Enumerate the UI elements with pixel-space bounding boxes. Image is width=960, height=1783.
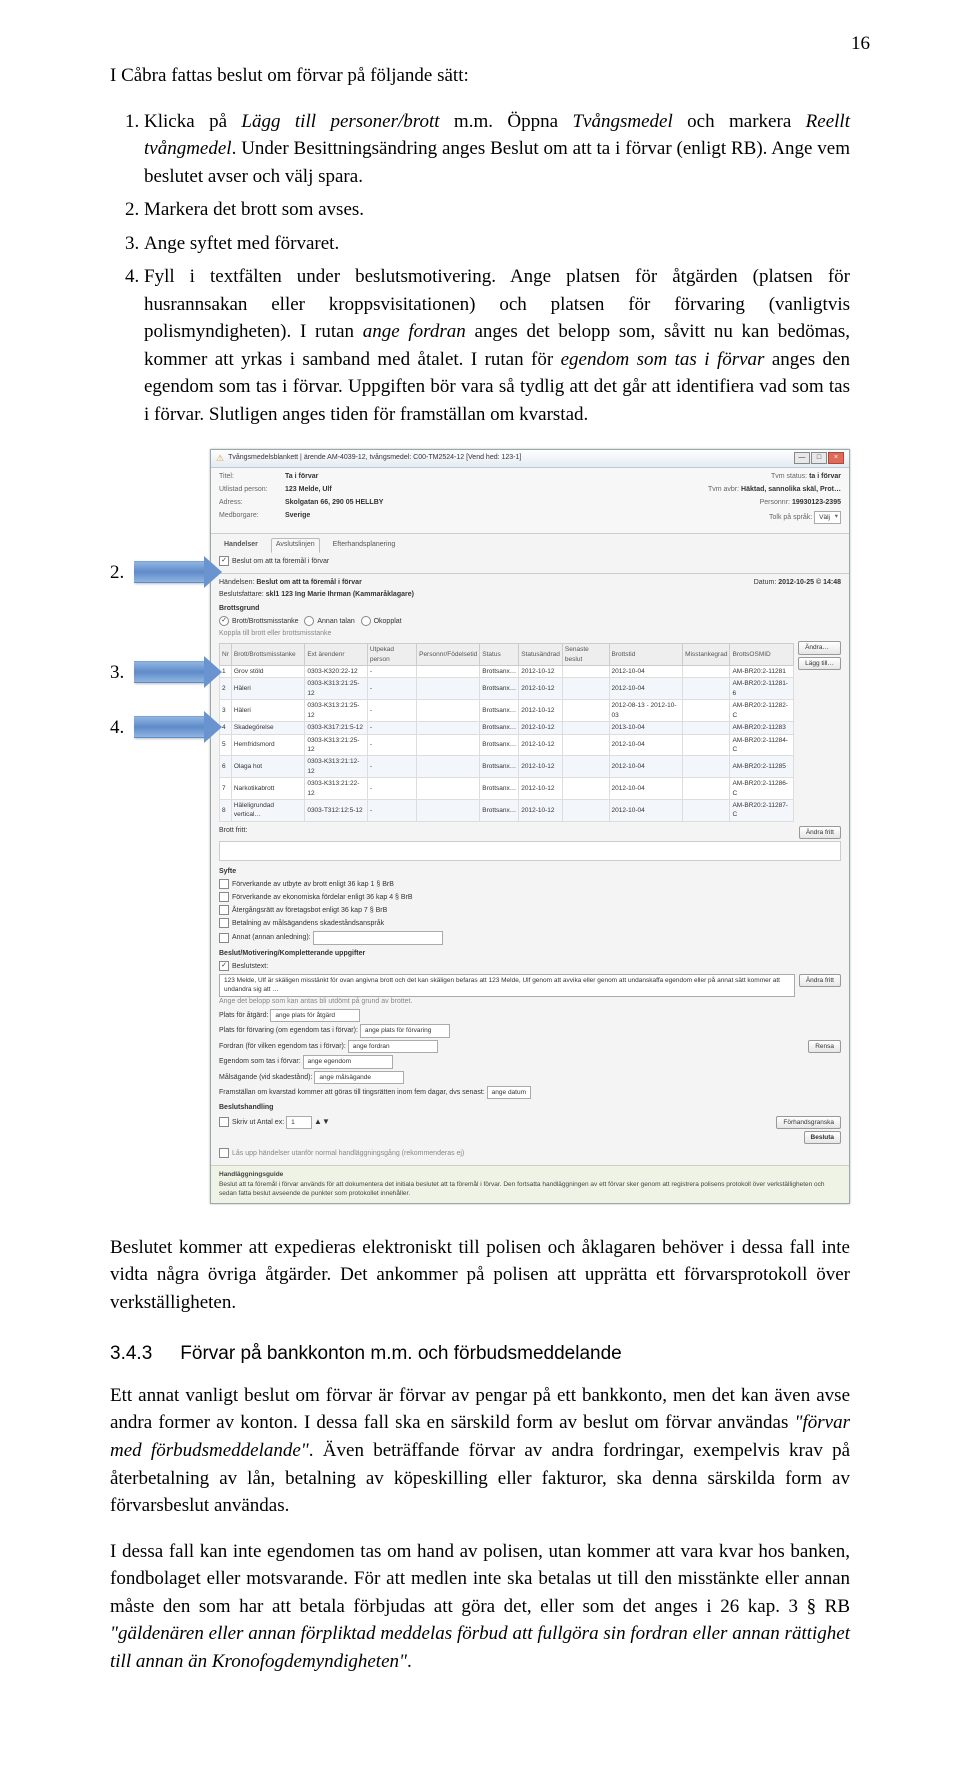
- window-titlebar[interactable]: ⚠ Tvångsmedelsblankett | ärende AM-4039-…: [211, 450, 849, 468]
- andra-fritt-button[interactable]: Ändra fritt: [799, 826, 841, 839]
- checkbox[interactable]: [219, 933, 229, 943]
- checkbox[interactable]: [219, 1117, 229, 1127]
- intro-paragraph: I Cåbra fattas beslut om förvar på följa…: [110, 62, 850, 90]
- table-row[interactable]: 5Hemfridsmord0303-K313:21:25-12-Brottsan…: [220, 734, 794, 756]
- motivering-text[interactable]: 123 Melde, Ulf är skäligen misstänkt för…: [219, 974, 795, 997]
- list-item: Klicka på Lägg till personer/brott m.m. …: [144, 108, 850, 191]
- laggtill-button[interactable]: Lägg till…: [798, 657, 841, 670]
- table-row[interactable]: 3Häleri0303-K313:21:25-12-Brottsanx…2012…: [220, 700, 794, 722]
- besluta-button[interactable]: Besluta: [804, 1131, 841, 1144]
- table-header[interactable]: Statusändrad: [519, 644, 563, 666]
- checkbox[interactable]: [219, 918, 229, 928]
- plats-forvaring-input[interactable]: ange plats för förvaring: [360, 1024, 450, 1037]
- heading-text: Förvar på bankkonton m.m. och förbudsmed…: [180, 1343, 621, 1364]
- checkbox[interactable]: [219, 892, 229, 902]
- table-header[interactable]: Ext ärendenr: [305, 644, 368, 666]
- minimize-button[interactable]: —: [794, 452, 810, 464]
- heading-number: 3.4.3: [110, 1340, 152, 1368]
- table-header[interactable]: Brottstid: [609, 644, 683, 666]
- radio[interactable]: [219, 616, 229, 626]
- andra-fritt-button[interactable]: Ändra fritt: [799, 974, 841, 987]
- table-row[interactable]: 1Grov stöld0303-K320:22-12-Brottsanx…201…: [220, 665, 794, 677]
- brott-fritt-field[interactable]: [219, 841, 841, 861]
- window-title: Tvångsmedelsblankett | ärende AM-4039-12…: [228, 453, 521, 463]
- table-header[interactable]: Brott/Brottsmisstanke: [231, 644, 304, 666]
- list-item: Markera det brott som avses.: [144, 196, 850, 224]
- callout-number: 2.: [110, 559, 124, 587]
- body-paragraph: Beslutet kommer att expedieras elektroni…: [110, 1234, 850, 1317]
- figure-wrap: 2. 3. 4. ⚠ Tvångsmedelsblankett | ärende…: [110, 449, 850, 1204]
- table-header[interactable]: Utpekad person: [367, 644, 416, 666]
- callout-number: 3.: [110, 659, 124, 687]
- list-item: Ange syftet med förvaret.: [144, 230, 850, 258]
- plats-atgard-input[interactable]: ange plats för åtgärd: [270, 1009, 360, 1022]
- body-paragraph: Ett annat vanligt beslut om förvar är fö…: [110, 1382, 850, 1520]
- arrow-icon: [134, 716, 204, 738]
- table-row[interactable]: 8Häleligrundad vertical…0303-T312:12:5-1…: [220, 800, 794, 822]
- table-row[interactable]: 2Häleri0303-K313:21:25-12-Brottsanx…2012…: [220, 678, 794, 700]
- guide-footer: Handläggningsguide Beslut att ta föremål…: [211, 1165, 849, 1202]
- table-row[interactable]: 4Skadegörelse0303-K317:21:5-12-Brottsanx…: [220, 722, 794, 734]
- table-row[interactable]: 7Narkotikabrott0303-K313:21:22-12-Brotts…: [220, 778, 794, 800]
- checkbox[interactable]: [219, 879, 229, 889]
- body-paragraph: I dessa fall kan inte egendomen tas om h…: [110, 1538, 850, 1676]
- forhandsgranska-button[interactable]: Förhandsgranska: [776, 1116, 841, 1129]
- maximize-button[interactable]: □: [811, 452, 827, 464]
- table-row[interactable]: 6Olaga hot0303-K313:21:12-12-Brottsanx…2…: [220, 756, 794, 778]
- list-item: Fyll i textfälten under beslutsmotiverin…: [144, 263, 850, 428]
- checkbox[interactable]: [219, 961, 229, 971]
- warning-icon: ⚠: [216, 452, 224, 465]
- egendom-input[interactable]: ange egendom: [303, 1055, 393, 1068]
- brott-table[interactable]: NrBrott/BrottsmisstankeExt ärendenrUtpek…: [219, 643, 794, 822]
- malsagande-input[interactable]: ange målsägande: [314, 1071, 404, 1084]
- figure-callouts: 2. 3. 4.: [110, 449, 210, 789]
- tab[interactable]: Avslutslinjen: [271, 538, 320, 552]
- tab-label: Handelser: [219, 538, 263, 552]
- arrow-icon: [134, 661, 204, 683]
- table-header[interactable]: Personnr/Födelsetid: [417, 644, 480, 666]
- page-number: 16: [851, 30, 870, 58]
- table-header[interactable]: Status: [480, 644, 519, 666]
- tab[interactable]: Efterhandsplanering: [328, 538, 401, 552]
- section-heading: 3.4.3 Förvar på bankkonton m.m. och förbu…: [110, 1340, 850, 1368]
- language-select[interactable]: Välj: [814, 511, 841, 524]
- arrow-icon: [134, 561, 204, 583]
- checkbox[interactable]: [219, 1148, 229, 1158]
- table-header[interactable]: Misstankegrad: [683, 644, 730, 666]
- andra-button[interactable]: Ändra…: [798, 641, 841, 654]
- annat-input[interactable]: [313, 931, 443, 944]
- screenshot-window: ⚠ Tvångsmedelsblankett | ärende AM-4039-…: [210, 449, 850, 1204]
- page: 16 I Cåbra fattas beslut om förvar på fö…: [0, 0, 960, 1783]
- radio[interactable]: [361, 616, 371, 626]
- callout-number: 4.: [110, 714, 124, 742]
- table-header[interactable]: BrottsOSMID: [730, 644, 794, 666]
- checkbox[interactable]: [219, 905, 229, 915]
- instruction-list: Klicka på Lägg till personer/brott m.m. …: [110, 108, 850, 429]
- table-header[interactable]: Senaste beslut: [562, 644, 609, 666]
- datum-input[interactable]: ange datum: [487, 1086, 531, 1099]
- tabs: Handelser Avslutslinjen Efterhandsplaner…: [219, 538, 841, 552]
- rensa-button[interactable]: Rensa: [808, 1040, 841, 1053]
- antal-input[interactable]: 1: [286, 1116, 312, 1129]
- fordran-input[interactable]: ange fordran: [348, 1040, 438, 1053]
- header-panel: Titel: Ta i förvar Tvm status: ta i förv…: [211, 468, 849, 535]
- close-button[interactable]: ×: [828, 452, 844, 464]
- radio[interactable]: [304, 616, 314, 626]
